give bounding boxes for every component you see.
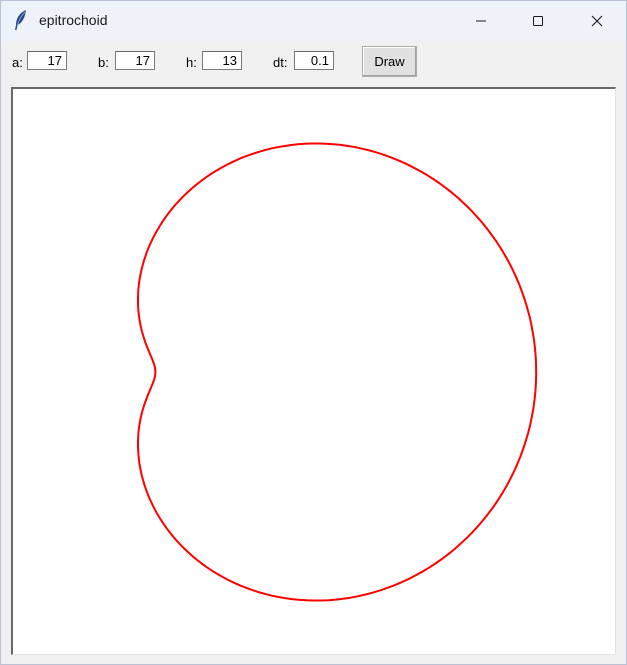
- window-title: epitrochoid: [39, 12, 108, 28]
- epitrochoid-curve: [137, 142, 538, 602]
- label-a: a:: [12, 55, 23, 70]
- app-window: epitrochoid a: b: h: dt: Draw: [0, 0, 627, 665]
- label-h: h:: [186, 55, 197, 70]
- toolbar: a: b: h: dt: Draw: [1, 41, 626, 87]
- label-b: b:: [98, 55, 109, 70]
- close-icon: [591, 15, 603, 27]
- maximize-icon: [532, 15, 544, 27]
- title-bar[interactable]: epitrochoid: [1, 1, 626, 41]
- draw-button[interactable]: Draw: [362, 46, 417, 77]
- drawing-canvas[interactable]: [11, 87, 616, 655]
- label-dt: dt:: [273, 55, 288, 70]
- minimize-icon: [475, 15, 487, 27]
- b-input[interactable]: [115, 51, 155, 70]
- dt-input[interactable]: [294, 51, 334, 70]
- a-input[interactable]: [27, 51, 67, 70]
- h-input[interactable]: [202, 51, 242, 70]
- minimize-button[interactable]: [458, 1, 504, 41]
- feather-icon: [13, 9, 29, 31]
- maximize-button[interactable]: [515, 1, 561, 41]
- canvas-svg: [137, 142, 538, 602]
- close-button[interactable]: [574, 1, 620, 41]
